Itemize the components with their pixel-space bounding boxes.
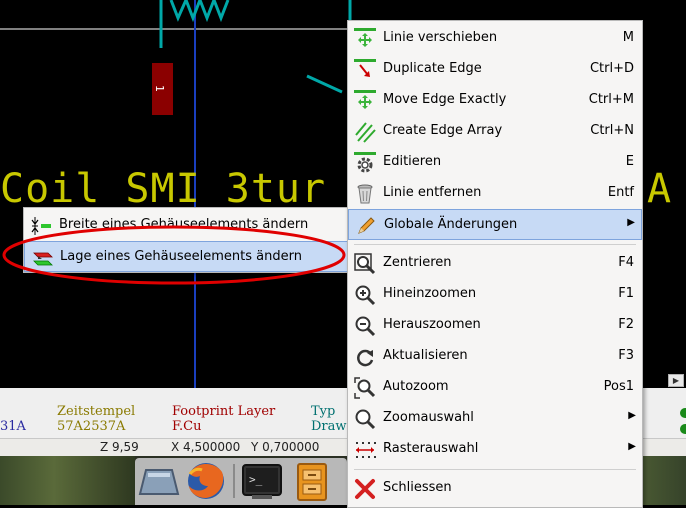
msg-right-marker-2 [680,424,686,434]
menu-item-shortcut: Pos1 [603,379,634,394]
move-line-icon [354,28,376,47]
menu-item-autozoom[interactable]: Autozoom Pos1 [348,372,642,403]
menu-item-shortcut: E [625,154,634,169]
menu-item-zoomauswahl[interactable]: Zoomauswahl ▶ [348,403,642,434]
submenu-arrow-icon: ▶ [627,217,635,228]
svg-text:>_: >_ [249,473,263,486]
dock-divider [233,464,235,498]
y-coordinate-readout: Y 0,700000 [251,440,320,454]
msg-right-marker-1 [680,408,686,418]
menu-item-label: Aktualisieren [383,348,468,363]
file-manager-icon[interactable] [138,464,180,500]
msg-zeitstempel-value: 57A2537A [57,419,126,434]
menu-item-label: Create Edge Array [383,123,503,138]
close-x-icon [355,479,375,499]
move-exact-icon [354,90,376,109]
menu-item-shortcut: F2 [618,317,634,332]
duplicate-edge-icon [354,59,376,77]
menu-item-shortcut: Ctrl+M [588,92,634,107]
silk-coil-cyan [169,0,230,23]
msg-typ-value: Draw [311,419,347,434]
footprint-reference-text-end: A [647,166,672,212]
menu-item-editieren[interactable]: Editieren E [348,147,642,178]
edit-gear-icon [354,152,376,173]
firefox-icon[interactable] [184,460,228,502]
menu-separator [354,469,636,470]
zoom-select-icon [355,409,376,430]
autozoom-icon [354,377,376,399]
zoom-readout: Z 9,59 [100,440,139,454]
menu-item-rasterauswahl[interactable]: Rasterauswahl ▶ [348,434,642,465]
submenu-arrow-icon: ▶ [628,441,636,452]
menu-item-shortcut: Ctrl+D [589,61,634,76]
menu-item-create-edge-array[interactable]: Create Edge Array Ctrl+N [348,116,642,147]
menu-separator [354,244,636,245]
submenu-arrow-icon: ▶ [628,410,636,421]
menu-item-label: Globale Änderungen [384,217,518,232]
taskbar-right-wallpaper [640,456,686,505]
edge-array-icon [355,122,376,143]
msg-footprint-layer-label: Footprint Layer [172,404,276,419]
menu-item-duplicate-edge[interactable]: Duplicate Edge Ctrl+D [348,54,642,85]
taskbar-left-wallpaper [0,456,135,505]
zoom-center-icon [354,253,376,275]
red-annotation-ellipse [2,225,346,285]
context-menu: Linie verschieben M Duplicate Edge Ctrl+… [347,20,643,508]
pencil-icon [358,217,375,234]
refresh-icon [357,349,374,367]
menu-item-shortcut: F4 [618,255,634,270]
menu-item-aktualisieren[interactable]: Aktualisieren F3 [348,341,642,372]
menu-item-label: Linie entfernen [383,185,482,200]
menu-item-label: Zentrieren [383,255,452,270]
menu-item-label: Hineinzoomen [383,286,477,301]
trash-icon [357,184,373,204]
menu-item-label: Duplicate Edge [383,61,482,76]
terminal-icon[interactable]: >_ [240,462,284,500]
pad-label: 1 [153,85,166,92]
menu-item-shortcut: F3 [618,348,634,363]
menu-item-move-edge-exactly[interactable]: Move Edge Exactly Ctrl+M [348,85,642,116]
grid-select-icon [356,442,376,458]
zoom-out-icon [355,316,376,337]
menu-item-zentrieren[interactable]: Zentrieren F4 [348,248,642,279]
silk-line-cyan-3 [306,74,343,94]
menu-item-label: Rasterauswahl [383,441,479,456]
menu-item-label: Herauszoomen [383,317,481,332]
menu-item-shortcut: Entf [607,185,634,200]
archive-cabinet-icon[interactable] [294,462,330,502]
menu-item-label: Schliessen [383,480,452,495]
menu-item-hineinzoomen[interactable]: Hineinzoomen F1 [348,279,642,310]
menu-item-label: Zoomauswahl [383,410,474,425]
menu-item-shortcut: M [622,30,634,45]
menu-item-label: Move Edge Exactly [383,92,507,107]
menu-item-shortcut: F1 [618,286,634,301]
msg-typ-label: Typ [311,404,336,419]
menu-item-herauszoomen[interactable]: Herauszoomen F2 [348,310,642,341]
scroll-right-arrow[interactable]: ▶ [668,374,684,387]
menu-item-linie-verschieben[interactable]: Linie verschieben M [348,23,642,54]
menu-item-schliessen[interactable]: Schliessen [348,473,642,504]
menu-item-label: Linie verschieben [383,30,498,45]
menu-item-label: Editieren [383,154,442,169]
msg-footprint-layer-value: F.Cu [172,419,202,434]
menu-item-shortcut: Ctrl+N [590,123,634,138]
menu-item-linie-entfernen[interactable]: Linie entfernen Entf [348,178,642,209]
menu-item-label: Autozoom [383,379,449,394]
msg-left-value: 31A [0,419,26,434]
zoom-in-icon [355,285,376,306]
x-coordinate-readout: X 4,500000 [171,440,241,454]
menu-item-globale-aenderungen[interactable]: Globale Änderungen ▶ [348,209,642,240]
msg-zeitstempel-label: Zeitstempel [57,404,136,419]
footprint-reference-text[interactable]: Coil SMI_3tur [0,166,326,212]
